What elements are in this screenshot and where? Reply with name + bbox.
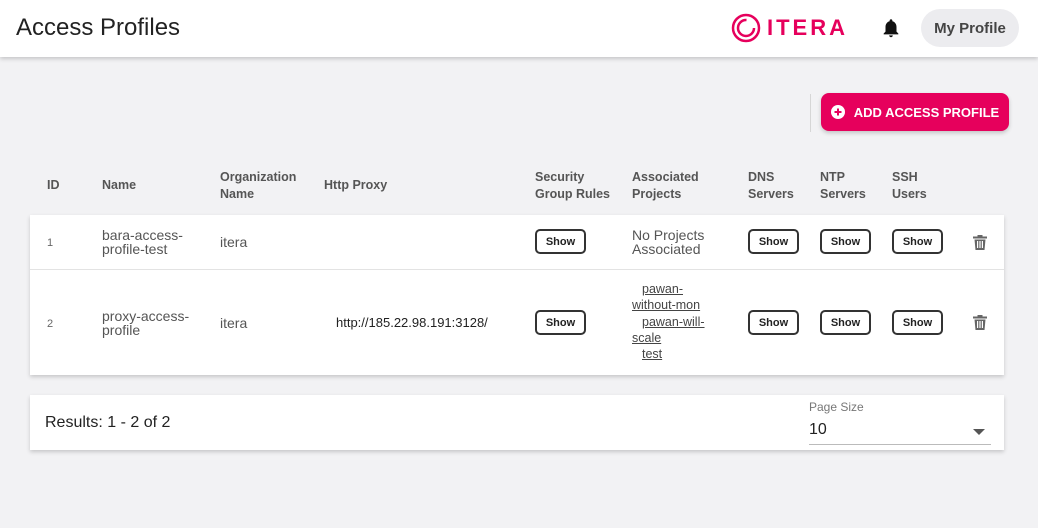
row-organization: itera xyxy=(220,234,248,250)
my-profile-button[interactable]: My Profile xyxy=(921,9,1019,47)
show-ssh-users-button[interactable]: Show xyxy=(892,310,943,335)
column-header-ntp-line1: NTP xyxy=(820,170,845,184)
column-header-organization: Organization Name xyxy=(220,169,296,203)
access-profiles-table: 1 bara-access- profile-test itera Show N… xyxy=(30,215,1004,375)
column-header-name: Name xyxy=(102,178,137,192)
results-count: Results: 1 - 2 of 2 xyxy=(45,414,171,431)
plus-circle-icon xyxy=(830,105,845,119)
caret-down-icon xyxy=(973,429,985,435)
page-size-value: 10 xyxy=(809,421,827,438)
column-header-projects-line2: Projects xyxy=(632,187,682,201)
row-id: 2 xyxy=(47,318,54,330)
row-http-proxy: http://185.22.98.191:3128/ xyxy=(336,315,488,330)
column-header-ssh-users: SSH Users xyxy=(892,169,927,203)
row-name: bara-access- profile-test xyxy=(102,228,183,256)
row-name-line2: profile-test xyxy=(102,241,168,257)
column-header-security-line2: Group Rules xyxy=(535,187,611,201)
project-link-pawan-without-mon-line2[interactable]: without-mon xyxy=(632,297,700,313)
show-ssh-users-button[interactable]: Show xyxy=(892,229,943,254)
project-link-test[interactable]: test xyxy=(642,346,662,362)
toolbar-divider xyxy=(810,94,811,132)
project-link-pawan-will-scale-line1[interactable]: pawan-will- xyxy=(642,314,705,330)
column-header-dns-line2: Servers xyxy=(748,187,794,201)
row-name-line1: proxy-access- xyxy=(102,308,190,324)
row-name: proxy-access- profile xyxy=(102,309,189,337)
column-header-associated-projects: Associated Projects xyxy=(632,169,699,203)
row-no-projects-line2: Associated xyxy=(632,241,701,257)
row-name-line2: profile xyxy=(102,322,141,338)
project-link-pawan-will-scale-line2[interactable]: scale xyxy=(632,330,661,346)
row-id: 1 xyxy=(47,237,54,249)
add-access-profile-button[interactable]: ADD ACCESS PROFILE xyxy=(821,93,1009,131)
logo-text: ITERA xyxy=(767,15,848,40)
app-header: Access Profiles ITERA My Profile xyxy=(0,0,1038,57)
add-button-label: ADD ACCESS PROFILE xyxy=(853,104,1000,120)
column-header-organization-line2: Name xyxy=(220,187,255,201)
show-security-group-rules-button[interactable]: Show xyxy=(535,229,586,254)
column-header-ntp-line2: Servers xyxy=(820,187,866,201)
column-header-dns-servers: DNS Servers xyxy=(748,169,794,203)
column-header-projects-line1: Associated xyxy=(632,170,699,184)
page-size-label: Page Size xyxy=(809,400,864,414)
row-divider xyxy=(30,269,1004,270)
page-size-select[interactable]: 10 xyxy=(809,417,991,445)
row-name-line1: bara-access- xyxy=(102,227,183,243)
bell-icon[interactable] xyxy=(880,17,902,39)
trash-icon[interactable] xyxy=(973,235,987,250)
column-header-ssh-line2: Users xyxy=(892,187,927,201)
row-no-projects: No Projects Associated xyxy=(632,228,704,256)
pagination-bar: Results: 1 - 2 of 2 Page Size 10 xyxy=(30,395,1004,450)
show-ntp-servers-button[interactable]: Show xyxy=(820,229,871,254)
column-header-dns-line1: DNS xyxy=(748,170,775,184)
show-ntp-servers-button[interactable]: Show xyxy=(820,310,871,335)
column-header-ntp-servers: NTP Servers xyxy=(820,169,866,203)
show-dns-servers-button[interactable]: Show xyxy=(748,229,799,254)
column-header-ssh-line1: SSH xyxy=(892,170,918,184)
row-no-projects-line1: No Projects xyxy=(632,227,705,243)
row-organization: itera xyxy=(220,315,248,331)
show-security-group-rules-button[interactable]: Show xyxy=(535,310,586,335)
project-link-pawan-without-mon-line1[interactable]: pawan- xyxy=(642,281,683,297)
itera-logo-icon xyxy=(731,13,761,43)
show-dns-servers-button[interactable]: Show xyxy=(748,310,799,335)
page-title: Access Profiles xyxy=(16,14,181,41)
column-header-security-line1: Security xyxy=(535,170,585,184)
column-header-id: ID xyxy=(47,178,60,192)
itera-logo: ITERA xyxy=(731,13,848,43)
column-header-organization-line1: Organization xyxy=(220,170,297,184)
trash-icon[interactable] xyxy=(973,315,987,330)
column-header-security-group-rules: Security Group Rules xyxy=(535,169,610,203)
column-header-http-proxy: Http Proxy xyxy=(324,178,388,192)
